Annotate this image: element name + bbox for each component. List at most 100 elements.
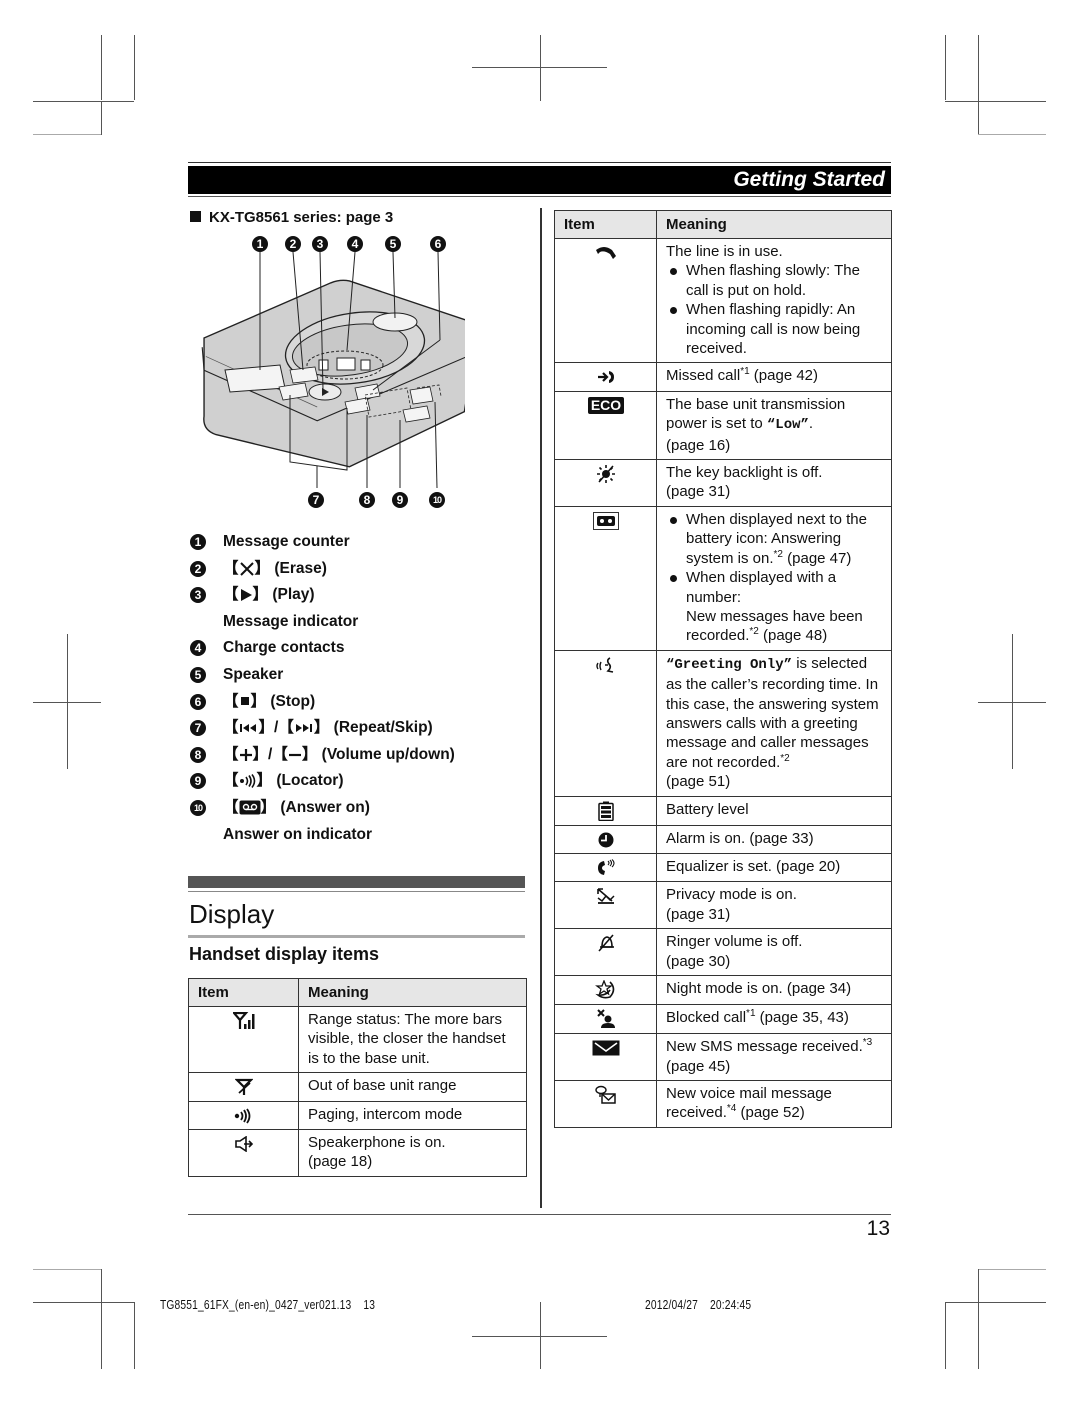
crop-mark <box>978 35 979 135</box>
legend-item: 2 【】 (Erase) <box>190 559 530 586</box>
sms-icon <box>592 1039 620 1056</box>
table-row: Paging, intercom mode <box>188 1100 527 1131</box>
series-heading-text: KX-TG8561 series: page 3 <box>209 209 394 226</box>
table-row: When displayed next to the battery icon:… <box>554 505 892 651</box>
legend-number: 6 <box>190 693 206 710</box>
legend-number: 1 <box>190 534 206 550</box>
legend-item: 7 【】/【】 (Repeat/Skip) <box>190 718 530 745</box>
crop-mark <box>101 101 102 135</box>
legend-item: 9 【】 (Locator) <box>190 771 530 798</box>
table-row: The key backlight is off. (page 31) <box>554 459 892 507</box>
handset-display-table-right: Item Meaning The line is in use. When fl… <box>554 210 892 1128</box>
column-header-meaning: Meaning <box>656 210 892 239</box>
footnote-ref: *1 <box>740 366 750 378</box>
greeting-only-icon <box>596 656 616 673</box>
column-divider <box>540 208 542 1208</box>
legend-text: Charge contacts <box>223 639 345 657</box>
page-ref: (page 45) <box>666 1057 731 1075</box>
meaning-text: The key backlight is off. <box>666 464 823 482</box>
crop-mark <box>945 35 946 100</box>
crop-mark <box>33 134 101 135</box>
bullet-item: When displayed with a number: New message… <box>666 568 883 646</box>
callout-3: 3 <box>312 236 328 252</box>
footnote-ref: *1 <box>746 1008 756 1020</box>
meaning-text: The base unit transmission power is set … <box>666 395 846 433</box>
section-divider <box>188 891 525 892</box>
page-ref: (page 51) <box>666 773 731 791</box>
table-row: New voice mail message received.*4 (page… <box>554 1079 892 1128</box>
page-ref: (page 48) <box>758 627 828 645</box>
meaning-text: Alarm is on. (page 33) <box>656 824 892 855</box>
crop-mark <box>978 1269 1046 1270</box>
battery-level-icon <box>598 801 614 821</box>
table-header-row: Item Meaning <box>554 210 892 239</box>
footnote-ref: *2 <box>749 626 759 638</box>
out-of-range-icon <box>235 1078 253 1096</box>
print-datetime: 2012/04/27 20:24:45 <box>645 1298 752 1312</box>
legend-text: Answer on indicator <box>223 825 372 843</box>
legend-number: 7 <box>190 720 206 737</box>
page-ref: (page 31) <box>666 905 731 923</box>
ringer-off-icon <box>597 934 615 952</box>
backlight-off-icon <box>596 465 616 484</box>
series-heading: KX-TG8561 series: page 3 <box>190 209 393 226</box>
section-title: Display <box>189 899 275 929</box>
legend-text: Message indicator <box>223 612 359 630</box>
legend-item: 3 【】 (Play) <box>190 585 530 612</box>
meaning-cell: Paging, intercom mode <box>298 1100 527 1131</box>
line-in-use-icon <box>594 244 618 261</box>
legend-text: (Repeat/Skip) <box>333 719 433 737</box>
callout-5: 5 <box>385 236 401 252</box>
legend-text: Message counter <box>223 533 350 550</box>
legend-item: 1 Message counter <box>190 532 530 559</box>
table-row: Alarm is on. (page 33) <box>554 824 892 855</box>
legend-item: 8 【】/【】 (Volume up/down) <box>190 745 530 772</box>
legend-number: 8 <box>190 746 206 763</box>
crop-mark <box>33 1269 101 1270</box>
bullet-item: When flashing slowly: The call is put on… <box>666 261 883 300</box>
legend-number: 4 <box>190 640 206 657</box>
legend-text: (Volume up/down) <box>321 745 455 763</box>
bullet-item: When flashing rapidly: An incoming call … <box>666 300 883 358</box>
section-bar <box>188 876 525 888</box>
legend-item: 4 Charge contacts <box>190 638 530 665</box>
legend-item: Message indicator <box>190 612 530 639</box>
speakerphone-icon <box>234 1135 254 1153</box>
print-file-info: TG8551_61FX_(en-en)_0427_ver021.13 13 <box>160 1298 376 1312</box>
alarm-icon <box>598 831 614 848</box>
section-header-title: Getting Started <box>733 168 885 191</box>
meaning-text: Night mode is on. (page 34) <box>656 975 892 1006</box>
repeat-skip-key-icon: 【】/【】 <box>223 719 330 737</box>
table-row: Night mode is on. (page 34) <box>554 975 892 1006</box>
bullet-text: When displayed with a number: <box>686 569 837 606</box>
legend-text: Speaker <box>223 665 284 683</box>
legend-item: 6 【】 (Stop) <box>190 692 530 719</box>
meaning-text: Blocked call <box>666 1009 747 1027</box>
paging-icon <box>234 1107 254 1124</box>
legend-number: 3 <box>190 587 206 604</box>
component-legend: 1 Message counter 2 【】 (Erase) 3 【】 (Pla… <box>190 532 530 851</box>
table-row: New SMS message received.*3 (page 45) <box>554 1033 892 1081</box>
meaning-page-ref: (page 18) <box>308 1153 373 1171</box>
legend-text: (Locator) <box>276 772 344 790</box>
page-ref: (page 35, 43) <box>755 1009 849 1027</box>
play-key-icon: 【】 <box>223 586 269 604</box>
night-mode-icon <box>595 980 617 999</box>
table-row: Speakerphone is on. (page 18) <box>188 1129 527 1177</box>
missed-call-icon <box>597 368 615 385</box>
column-header-item: Item <box>554 210 657 239</box>
table-row: Privacy mode is on. (page 31) <box>554 881 892 930</box>
callout-8: 8 <box>359 492 375 508</box>
legend-text: (Stop) <box>270 692 316 710</box>
section-header-bar: Getting Started <box>188 166 891 194</box>
meaning-text: Ringer volume is off. <box>666 933 803 951</box>
legend-text: (Erase) <box>274 559 327 577</box>
meaning-text: Equalizer is set. (page 20) <box>656 852 892 883</box>
erase-key-icon: 【】 <box>223 559 271 577</box>
eco-icon: ECO <box>587 396 625 414</box>
answer-on-key-icon: 【】 <box>223 798 277 816</box>
table-row: Equalizer is set. (page 20) <box>554 852 892 883</box>
punctuation: . <box>808 415 814 433</box>
page-number: 13 <box>866 1217 890 1240</box>
page-ref: (page 52) <box>736 1104 805 1122</box>
